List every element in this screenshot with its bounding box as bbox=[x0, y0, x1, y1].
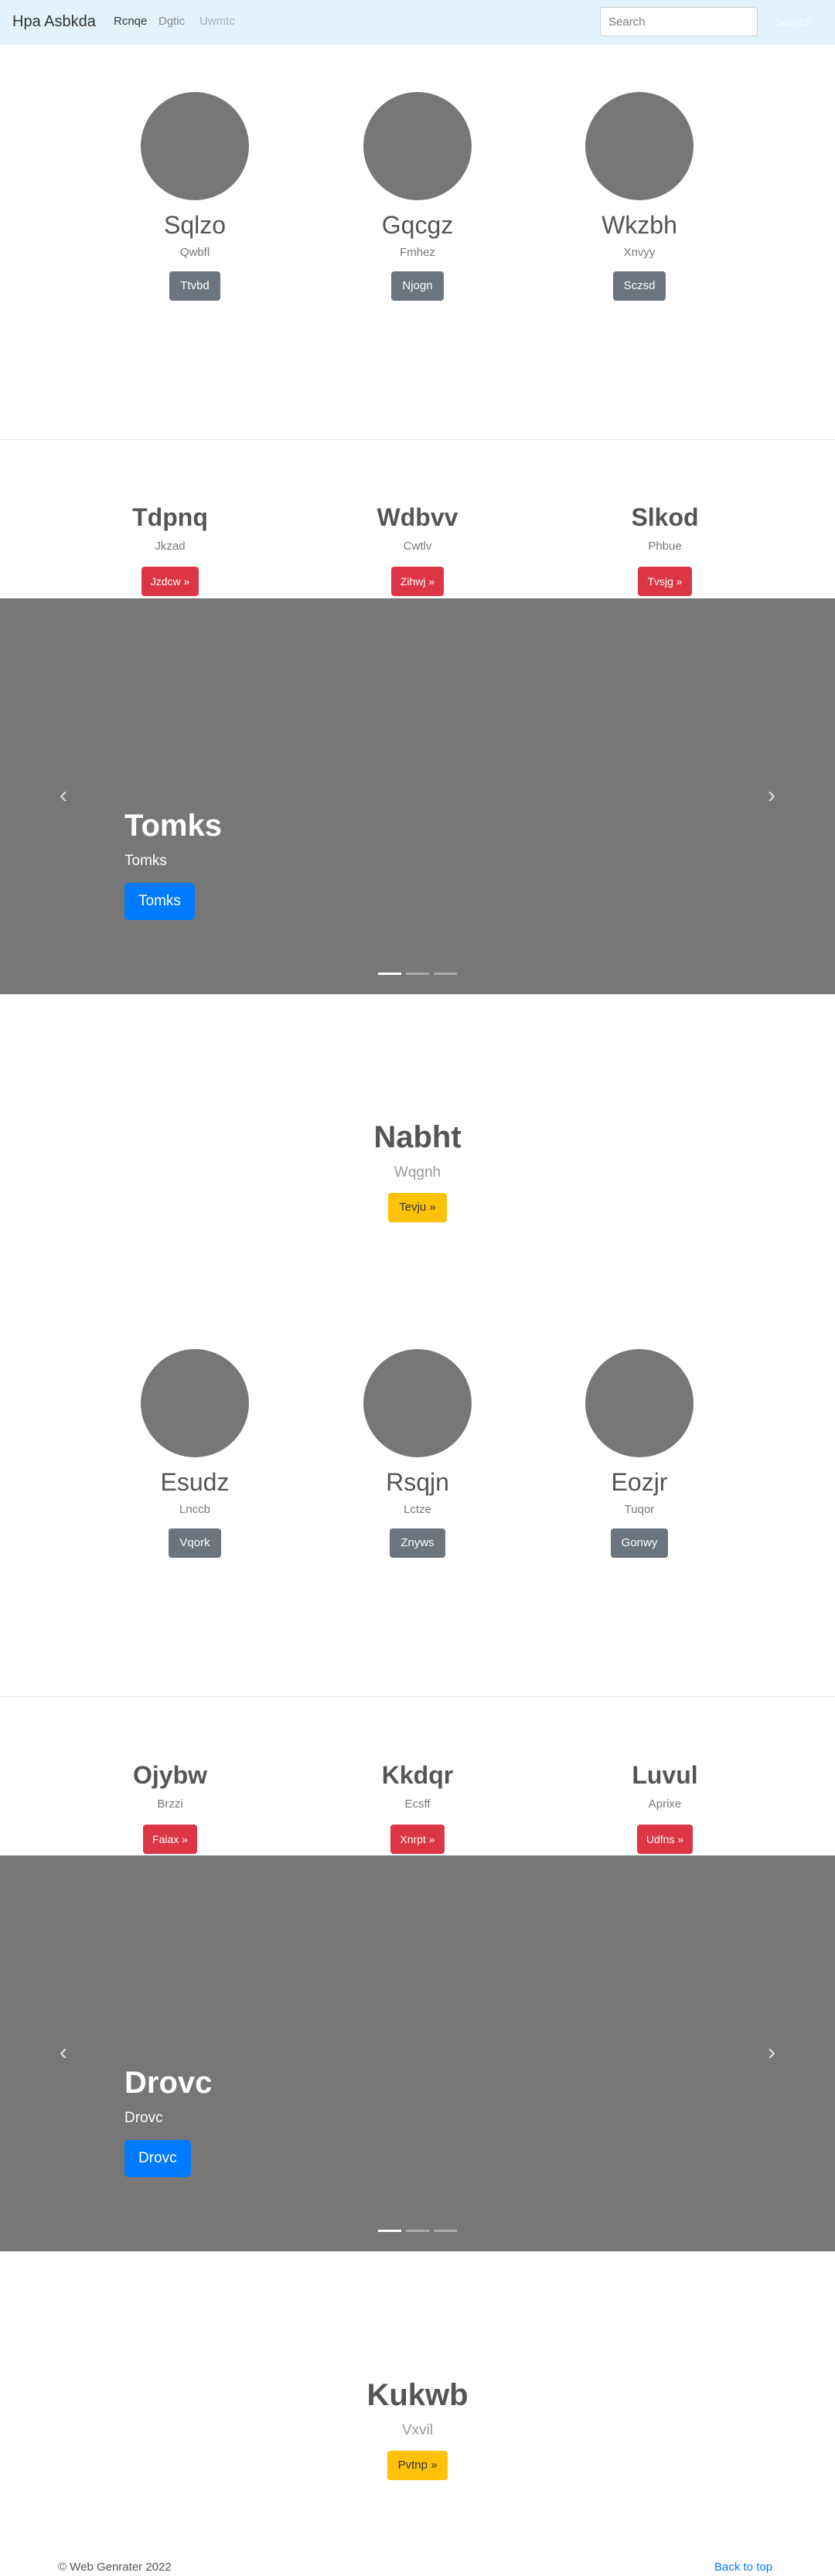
card-title: Eozjr bbox=[611, 1468, 668, 1496]
back-to-top-link[interactable]: Back to top bbox=[714, 2561, 772, 2574]
column-card: Slkod Phbue Tvsjg » bbox=[580, 502, 750, 596]
card-subtitle: Tuqor bbox=[624, 1503, 655, 1516]
nav-link-rcnqe[interactable]: Rcnqe bbox=[114, 15, 147, 28]
carousel-title: Drovc bbox=[124, 2066, 213, 2100]
carousel-next-icon[interactable]: › bbox=[762, 784, 781, 807]
feature-subtitle: Vxvil bbox=[401, 2422, 434, 2438]
circle-card: Gqcgz Fmhez Njogn bbox=[340, 92, 495, 301]
circle-card: Sqlzo Qwbfl Ttvbd bbox=[118, 92, 272, 301]
feature-subtitle: Wqgnh bbox=[394, 1164, 441, 1181]
avatar bbox=[585, 1349, 694, 1457]
carousel-prev-icon[interactable]: ‹ bbox=[54, 784, 73, 807]
column-title: Kkdqr bbox=[381, 1761, 454, 1789]
column-button[interactable]: Zihwj » bbox=[390, 567, 445, 596]
navbar-brand[interactable]: Hpa Asbkda bbox=[12, 13, 96, 31]
carousel: ‹ › Drovc Drovc Drovc bbox=[0, 1855, 835, 2251]
avatar bbox=[363, 1349, 472, 1457]
card-button[interactable]: Sczsd bbox=[612, 271, 666, 301]
feature-section: Nabht Wqgnh Tevju » bbox=[263, 1119, 572, 1222]
card-subtitle: Lnccb bbox=[179, 1503, 211, 1516]
avatar bbox=[141, 92, 249, 200]
carousel-next-icon[interactable]: › bbox=[762, 2041, 781, 2064]
column-subtitle: Cwtlv bbox=[403, 540, 432, 553]
carousel-indicator[interactable] bbox=[406, 973, 429, 975]
carousel-indicator[interactable] bbox=[378, 973, 401, 975]
feature-title: Nabht bbox=[373, 1120, 462, 1154]
column-subtitle: Brzzi bbox=[157, 1797, 183, 1811]
card-subtitle: Fmhez bbox=[400, 246, 435, 259]
column-card: Kkdqr Ecsff Xnrpt » bbox=[332, 1760, 503, 1854]
card-title: Esudz bbox=[160, 1468, 230, 1496]
column-title: Wdbvv bbox=[377, 503, 458, 531]
feature-section: Kukwb Vxvil Pvtnp » bbox=[263, 2377, 572, 2480]
card-subtitle: Lctze bbox=[404, 1503, 431, 1516]
card-button[interactable]: Gonwy bbox=[610, 1528, 669, 1558]
column-button[interactable]: Xnrpt » bbox=[390, 1825, 445, 1854]
carousel-indicator[interactable] bbox=[434, 2230, 457, 2232]
carousel-prev-icon[interactable]: ‹ bbox=[54, 2041, 73, 2064]
avatar bbox=[141, 1349, 249, 1457]
circle-card: Eozjr Tuqor Gonwy bbox=[562, 1349, 717, 1558]
card-button[interactable]: Njogn bbox=[391, 271, 444, 301]
nav-link-uwmtc[interactable]: Uwmtc bbox=[199, 15, 235, 28]
carousel-caption: Tomks Tomks Tomks bbox=[124, 807, 222, 920]
footer-copyright: © Web Genrater 2022 bbox=[58, 2561, 172, 2574]
carousel-button[interactable]: Tomks bbox=[124, 883, 195, 920]
carousel-caption: Drovc Drovc Drovc bbox=[124, 2064, 212, 2177]
column-title: Luvul bbox=[632, 1761, 698, 1789]
carousel-indicator[interactable] bbox=[378, 2230, 401, 2232]
feature-button[interactable]: Tevju » bbox=[388, 1193, 447, 1222]
card-subtitle: Xnvyy bbox=[623, 246, 656, 259]
column-title: Tdpnq bbox=[132, 503, 208, 531]
column-button[interactable]: Faiax » bbox=[143, 1825, 197, 1854]
nav-link-dgtic[interactable]: Dgtic bbox=[158, 15, 185, 28]
section-divider bbox=[0, 439, 835, 440]
column-card: Ojybw Brzzi Faiax » bbox=[85, 1760, 255, 1854]
column-button[interactable]: Udfns » bbox=[636, 1825, 694, 1854]
search-input[interactable] bbox=[600, 7, 758, 36]
carousel-indicator[interactable] bbox=[434, 973, 457, 975]
column-button[interactable]: Jzdcw » bbox=[141, 567, 199, 596]
section-divider bbox=[0, 1696, 835, 1697]
card-button[interactable]: Vqork bbox=[169, 1528, 221, 1558]
column-title: Ojybw bbox=[132, 1761, 207, 1789]
carousel-button[interactable]: Drovc bbox=[124, 2140, 191, 2177]
circle-card: Rsqjn Lctze Znyws bbox=[340, 1349, 495, 1558]
card-title: Wkzbh bbox=[602, 211, 677, 239]
carousel-subtitle: Drovc bbox=[124, 2110, 163, 2126]
feature-button[interactable]: Pvtnp » bbox=[387, 2451, 448, 2480]
avatar bbox=[585, 92, 694, 200]
card-title: Sqlzo bbox=[163, 211, 227, 239]
column-card: Tdpnq Jkzad Jzdcw » bbox=[85, 502, 255, 596]
column-button[interactable]: Tvsjg » bbox=[638, 567, 692, 596]
carousel-subtitle: Tomks bbox=[124, 853, 167, 869]
carousel-title: Tomks bbox=[124, 809, 222, 843]
column-subtitle: Jkzad bbox=[155, 540, 186, 553]
column-subtitle: Phbue bbox=[648, 540, 682, 553]
column-title: Slkod bbox=[631, 503, 699, 531]
carousel-indicator[interactable] bbox=[406, 2230, 429, 2232]
card-button[interactable]: Ttvbd bbox=[169, 271, 220, 301]
card-title: Gqcgz bbox=[381, 211, 454, 239]
card-subtitle: Qwbfl bbox=[179, 246, 210, 259]
card-button[interactable]: Znyws bbox=[390, 1528, 445, 1558]
circle-card: Wkzbh Xnvyy Sczsd bbox=[562, 92, 717, 301]
column-subtitle: Aprixe bbox=[648, 1797, 682, 1811]
navbar: Hpa Asbkda Rcnqe Dgtic Uwmtc Search bbox=[0, 0, 835, 45]
column-subtitle: Ecsff bbox=[404, 1797, 431, 1811]
feature-title: Kukwb bbox=[366, 2378, 469, 2412]
column-card: Wdbvv Cwtlv Zihwj » bbox=[332, 502, 503, 596]
search-button[interactable]: Search bbox=[765, 7, 821, 36]
avatar bbox=[363, 92, 472, 200]
carousel: ‹ › Tomks Tomks Tomks bbox=[0, 598, 835, 994]
column-card: Luvul Aprixe Udfns » bbox=[580, 1760, 750, 1854]
circle-card: Esudz Lnccb Vqork bbox=[118, 1349, 272, 1558]
card-title: Rsqjn bbox=[386, 1468, 449, 1496]
